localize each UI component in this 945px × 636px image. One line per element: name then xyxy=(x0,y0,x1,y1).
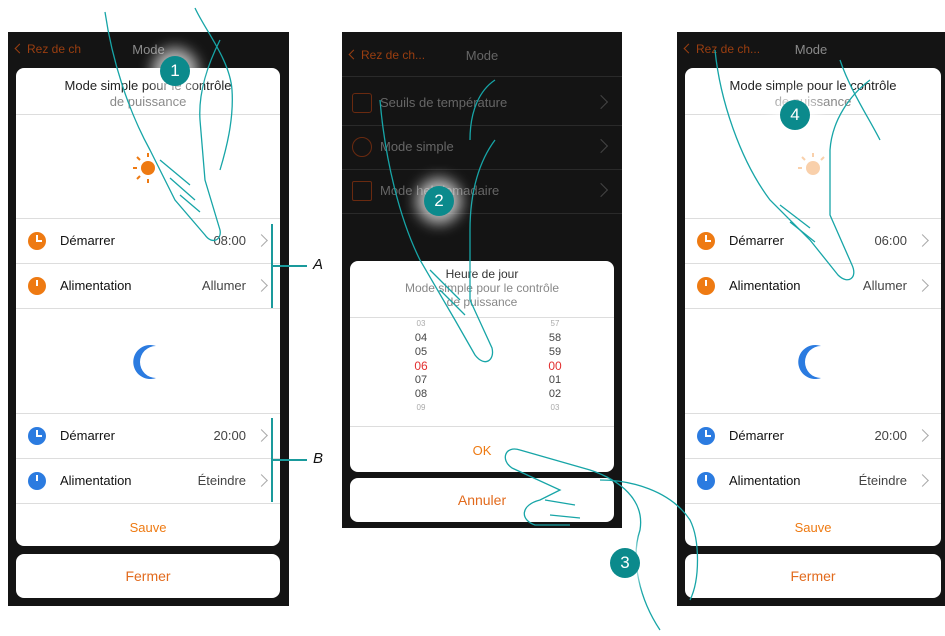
mode-card: Mode simple pour le contrôle de puissanc… xyxy=(16,68,280,546)
page-title: Mode xyxy=(794,42,828,57)
menu-item-weekly-mode[interactable]: Mode hebdomadaire xyxy=(342,169,622,214)
card-title: Mode simple pour le contrôle de puissanc… xyxy=(729,78,897,109)
screen-2: Rez de ch... Mode Seuils de température … xyxy=(342,32,622,528)
ok-button[interactable]: OK xyxy=(350,443,614,458)
night-start-row[interactable]: Démarrer 20:00 xyxy=(685,413,941,458)
clock-icon xyxy=(28,427,46,445)
page-title: Mode xyxy=(132,42,165,57)
chevron-right-icon xyxy=(255,474,268,487)
chevron-right-icon xyxy=(255,429,268,442)
step-badge-2: 2 xyxy=(424,186,454,216)
menu-item-thresholds[interactable]: Seuils de température xyxy=(342,81,622,126)
close-button[interactable]: Fermer xyxy=(16,554,280,598)
divider xyxy=(350,426,614,427)
page-title: Mode xyxy=(465,48,499,63)
divider xyxy=(16,503,280,504)
sun-icon xyxy=(798,153,825,178)
divider xyxy=(685,503,941,504)
hour-picker[interactable]: 03 04 05 06 07 08 09 xyxy=(406,317,436,415)
card-title: Mode simple pour le contrôle de puissanc… xyxy=(64,78,232,109)
clock-icon xyxy=(697,427,715,445)
moon-icon xyxy=(133,345,156,379)
check-circle-icon xyxy=(352,137,372,157)
mode-card: Mode simple pour le contrôle de puissanc… xyxy=(685,68,941,546)
day-start-row[interactable]: Démarrer 06:00 xyxy=(685,218,941,263)
chevron-right-icon xyxy=(593,182,609,198)
divider xyxy=(16,308,280,309)
time-picker-dialog: Heure de jour Mode simple pour le contrô… xyxy=(350,261,614,472)
screen-1: Rez de ch Mode Mode simple pour le contr… xyxy=(8,32,289,606)
day-power-row[interactable]: Alimentation Allumer xyxy=(685,263,941,308)
screen-3: Rez de ch... Mode Mode simple pour le co… xyxy=(677,32,945,606)
chevron-right-icon xyxy=(255,234,268,247)
bracket-b-label: B xyxy=(313,450,324,467)
save-button[interactable]: Sauve xyxy=(685,520,941,535)
thermometer-icon xyxy=(352,93,372,113)
chevron-right-icon xyxy=(916,234,929,247)
clock-icon xyxy=(28,232,46,250)
night-start-row[interactable]: Démarrer 20:00 xyxy=(16,413,280,458)
bracket-a-tick xyxy=(271,265,307,267)
sun-icon xyxy=(133,153,158,183)
step-badge-4: 4 xyxy=(780,100,810,130)
minute-picker[interactable]: 57 58 59 00 01 02 03 xyxy=(540,317,570,415)
chevron-right-icon xyxy=(593,138,609,154)
chevron-right-icon xyxy=(916,429,929,442)
divider xyxy=(350,317,614,318)
night-power-row[interactable]: Alimentation Éteindre xyxy=(16,458,280,503)
step-badge-1: 1 xyxy=(160,56,190,86)
clock-icon xyxy=(697,232,715,250)
day-power-row[interactable]: Alimentation Allumer xyxy=(16,263,280,308)
divider xyxy=(16,114,280,115)
header-bar: Rez de ch... Mode xyxy=(342,32,622,77)
close-button[interactable]: Fermer xyxy=(685,554,941,598)
day-start-row[interactable]: Démarrer 08:00 xyxy=(16,218,280,263)
step-badge-3: 3 xyxy=(610,548,640,578)
dialog-title: Heure de jour Mode simple pour le contrô… xyxy=(404,267,560,309)
night-power-row[interactable]: Alimentation Éteindre xyxy=(685,458,941,503)
divider xyxy=(685,308,941,309)
power-icon xyxy=(28,472,46,490)
menu-item-simple-mode[interactable]: Mode simple xyxy=(342,125,622,170)
calendar-icon xyxy=(352,181,372,201)
divider xyxy=(685,114,941,115)
chevron-right-icon xyxy=(593,94,609,110)
power-icon xyxy=(697,277,715,295)
save-button[interactable]: Sauve xyxy=(16,520,280,535)
header-bar: Rez de ch Mode xyxy=(8,32,289,68)
bracket-b-tick xyxy=(271,459,307,461)
chevron-right-icon xyxy=(916,474,929,487)
cancel-button[interactable]: Annuler xyxy=(350,478,614,522)
bracket-a-label: A xyxy=(313,256,324,273)
header-bar: Rez de ch... Mode xyxy=(677,32,945,68)
moon-icon xyxy=(798,345,821,379)
power-icon xyxy=(697,472,715,490)
chevron-right-icon xyxy=(916,279,929,292)
power-icon xyxy=(28,277,46,295)
chevron-right-icon xyxy=(255,279,268,292)
